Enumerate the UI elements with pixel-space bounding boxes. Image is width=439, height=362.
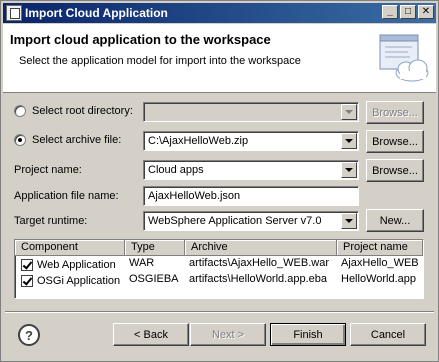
wizard-header: Import cloud application to the workspac… — [3, 24, 436, 93]
root-directory-radio-row[interactable]: Select root directory: — [14, 105, 133, 117]
component-cell: Web Application — [15, 256, 125, 272]
help-icon[interactable]: ? — [18, 324, 40, 346]
component-name: OSGi Application — [37, 274, 121, 287]
next-button: Next > — [190, 323, 266, 346]
project-name-label: Project name: — [14, 164, 82, 176]
maximize-button[interactable]: □ — [400, 5, 416, 19]
table-row[interactable]: OSGi Application OSGIEBA artifacts\Hello… — [15, 272, 423, 288]
chevron-down-icon[interactable] — [341, 133, 357, 149]
title-bar[interactable]: Import Cloud Application _ □ ✕ — [3, 3, 436, 23]
page-title: Import cloud application to the workspac… — [10, 32, 271, 47]
app-window-icon — [6, 5, 22, 21]
component-name: Web Application — [37, 258, 116, 271]
component-cell: OSGi Application — [15, 272, 125, 288]
chevron-down-icon — [341, 104, 357, 120]
chevron-down-icon[interactable] — [341, 213, 357, 229]
footer-separator — [5, 311, 434, 313]
root-directory-combo — [143, 102, 359, 122]
browse-project-button[interactable]: Browse... — [366, 159, 424, 182]
column-project-name[interactable]: Project name — [337, 240, 423, 256]
chevron-down-icon[interactable] — [341, 162, 357, 178]
project-cell: HelloWorld.app — [341, 273, 417, 285]
root-directory-radio[interactable] — [14, 105, 26, 117]
app-file-name-label: Application file name: — [14, 190, 119, 202]
archive-file-label: Select archive file: — [32, 134, 122, 146]
project-cell: AjaxHello_WEB — [341, 257, 419, 269]
project-name-combo[interactable]: Cloud apps — [143, 160, 359, 180]
window-title: Import Cloud Application — [25, 6, 168, 20]
archive-file-radio[interactable] — [14, 134, 26, 146]
archive-file-combo[interactable]: C:\AjaxHelloWeb.zip — [143, 131, 359, 151]
type-cell: OSGIEBA — [129, 273, 179, 285]
column-archive[interactable]: Archive — [185, 240, 337, 256]
archive-cell: artifacts\AjaxHello_WEB.war — [189, 257, 329, 269]
back-button[interactable]: < Back — [113, 323, 189, 346]
components-table: Component Type Archive Project name Web … — [14, 239, 424, 299]
app-file-name-input[interactable]: AjaxHelloWeb.json — [143, 186, 359, 206]
table-row[interactable]: Web Application WAR artifacts\AjaxHello_… — [15, 256, 423, 272]
archive-cell: artifacts\HelloWorld.app.eba — [189, 273, 327, 285]
row-checkbox[interactable] — [21, 274, 33, 287]
row-checkbox[interactable] — [21, 258, 33, 271]
finish-button[interactable]: Finish — [270, 323, 346, 346]
cancel-button[interactable]: Cancel — [350, 323, 426, 346]
archive-file-radio-row[interactable]: Select archive file: — [14, 134, 121, 146]
browse-root-button: Browse... — [366, 101, 424, 124]
target-runtime-label: Target runtime: — [14, 215, 88, 227]
cloud-import-icon — [379, 34, 429, 82]
minimize-button[interactable]: _ — [382, 5, 398, 19]
target-runtime-combo[interactable]: WebSphere Application Server v7.0 — [143, 211, 359, 231]
type-cell: WAR — [129, 257, 155, 269]
new-runtime-button[interactable]: New... — [366, 209, 424, 232]
column-type[interactable]: Type — [125, 240, 185, 256]
table-header: Component Type Archive Project name — [15, 240, 423, 256]
close-button[interactable]: ✕ — [418, 5, 434, 19]
column-component[interactable]: Component — [15, 240, 125, 256]
root-directory-label: Select root directory: — [32, 105, 133, 117]
page-description: Select the application model for import … — [19, 55, 301, 67]
import-dialog: Import Cloud Application _ □ ✕ Import cl… — [0, 0, 439, 362]
browse-archive-button[interactable]: Browse... — [366, 130, 424, 153]
